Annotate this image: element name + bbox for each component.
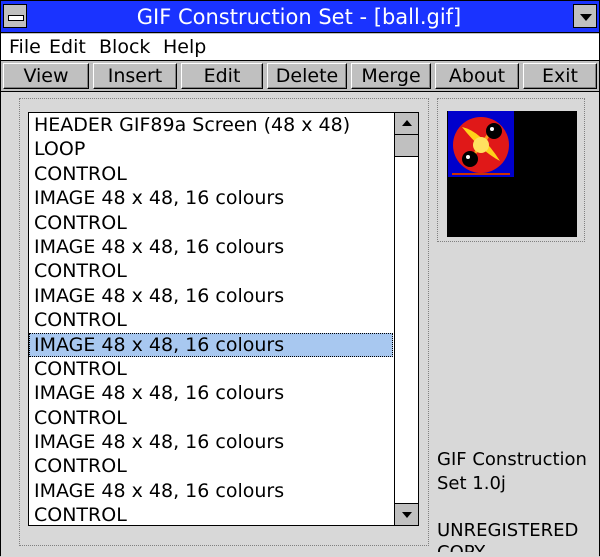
list-item[interactable]: CONTROL	[29, 503, 393, 525]
toolbar: View Insert Edit Delete Merge About Exit	[1, 61, 599, 92]
vertical-scrollbar[interactable]	[394, 113, 418, 525]
menu-edit[interactable]: Edit	[49, 36, 86, 58]
main-window: GIF Construction Set - [ball.gif] File E…	[0, 0, 600, 557]
system-menu-icon	[8, 15, 24, 21]
ball-icon	[448, 111, 514, 177]
scroll-up-button[interactable]	[395, 113, 418, 135]
list-item[interactable]: CONTROL	[29, 162, 393, 186]
block-list[interactable]: HEADER GIF89a Screen (48 x 48) LOOP CONTRO…	[28, 112, 419, 526]
edit-button[interactable]: Edit	[181, 63, 263, 89]
down-arrow-icon	[402, 512, 412, 518]
list-item[interactable]: IMAGE 48 x 48, 16 colours	[29, 235, 393, 259]
list-item[interactable]: IMAGE 48 x 48, 16 colours	[29, 186, 393, 210]
view-button[interactable]: View	[3, 63, 89, 89]
down-arrow-icon	[580, 14, 592, 21]
list-item[interactable]: CONTROL	[29, 406, 393, 430]
list-item[interactable]: CONTROL	[29, 259, 393, 283]
menu-file[interactable]: File	[9, 36, 41, 58]
system-menu-button[interactable]	[3, 4, 27, 28]
list-item[interactable]: IMAGE 48 x 48, 16 colours	[29, 430, 393, 454]
menu-block[interactable]: Block	[99, 36, 150, 58]
list-item[interactable]: CONTROL	[29, 211, 393, 235]
title-bar[interactable]: GIF Construction Set - [ball.gif]	[1, 1, 599, 33]
insert-button[interactable]: Insert	[93, 63, 177, 89]
menu-help[interactable]: Help	[163, 36, 206, 58]
minimize-button[interactable]	[573, 4, 597, 28]
list-item[interactable]: IMAGE 48 x 48, 16 colours	[29, 284, 393, 308]
list-item[interactable]: HEADER GIF89a Screen (48 x 48)	[29, 113, 393, 137]
about-button[interactable]: About	[435, 63, 519, 89]
list-item[interactable]: LOOP	[29, 137, 393, 161]
scroll-down-button[interactable]	[395, 503, 418, 525]
image-preview	[447, 111, 577, 237]
scroll-thumb[interactable]	[395, 135, 418, 157]
preview-frame	[437, 98, 585, 242]
unregistered-label: UNREGISTERED	[437, 520, 579, 541]
delete-button[interactable]: Delete	[267, 63, 347, 89]
info-panel: GIF Construction Set 1.0j UNREGISTERED C…	[437, 98, 587, 552]
ball-image	[448, 111, 514, 177]
exit-button[interactable]: Exit	[523, 63, 597, 89]
list-item[interactable]: CONTROL	[29, 357, 393, 381]
list-item[interactable]: IMAGE 48 x 48, 16 colours	[29, 332, 393, 357]
version-line-2: Set 1.0j	[437, 473, 506, 494]
list-item[interactable]: IMAGE 48 x 48, 16 colours	[29, 381, 393, 405]
menu-bar: File Edit Block Help	[1, 34, 599, 61]
main-area: HEADER GIF89a Screen (48 x 48) LOOP CONTRO…	[1, 92, 599, 557]
version-line-1: GIF Construction	[437, 449, 587, 470]
list-item[interactable]: IMAGE 48 x 48, 16 colours	[29, 479, 393, 503]
list-item[interactable]: CONTROL	[29, 308, 393, 332]
merge-button[interactable]: Merge	[351, 63, 431, 89]
list-item[interactable]: CONTROL	[29, 454, 393, 478]
version-info: GIF Construction Set 1.0j	[437, 448, 587, 496]
copy-label: COPY	[437, 542, 485, 552]
window-title: GIF Construction Set - [ball.gif]	[136, 5, 462, 29]
up-arrow-icon	[402, 120, 412, 126]
block-list-items: HEADER GIF89a Screen (48 x 48) LOOP CONTRO…	[29, 113, 393, 525]
